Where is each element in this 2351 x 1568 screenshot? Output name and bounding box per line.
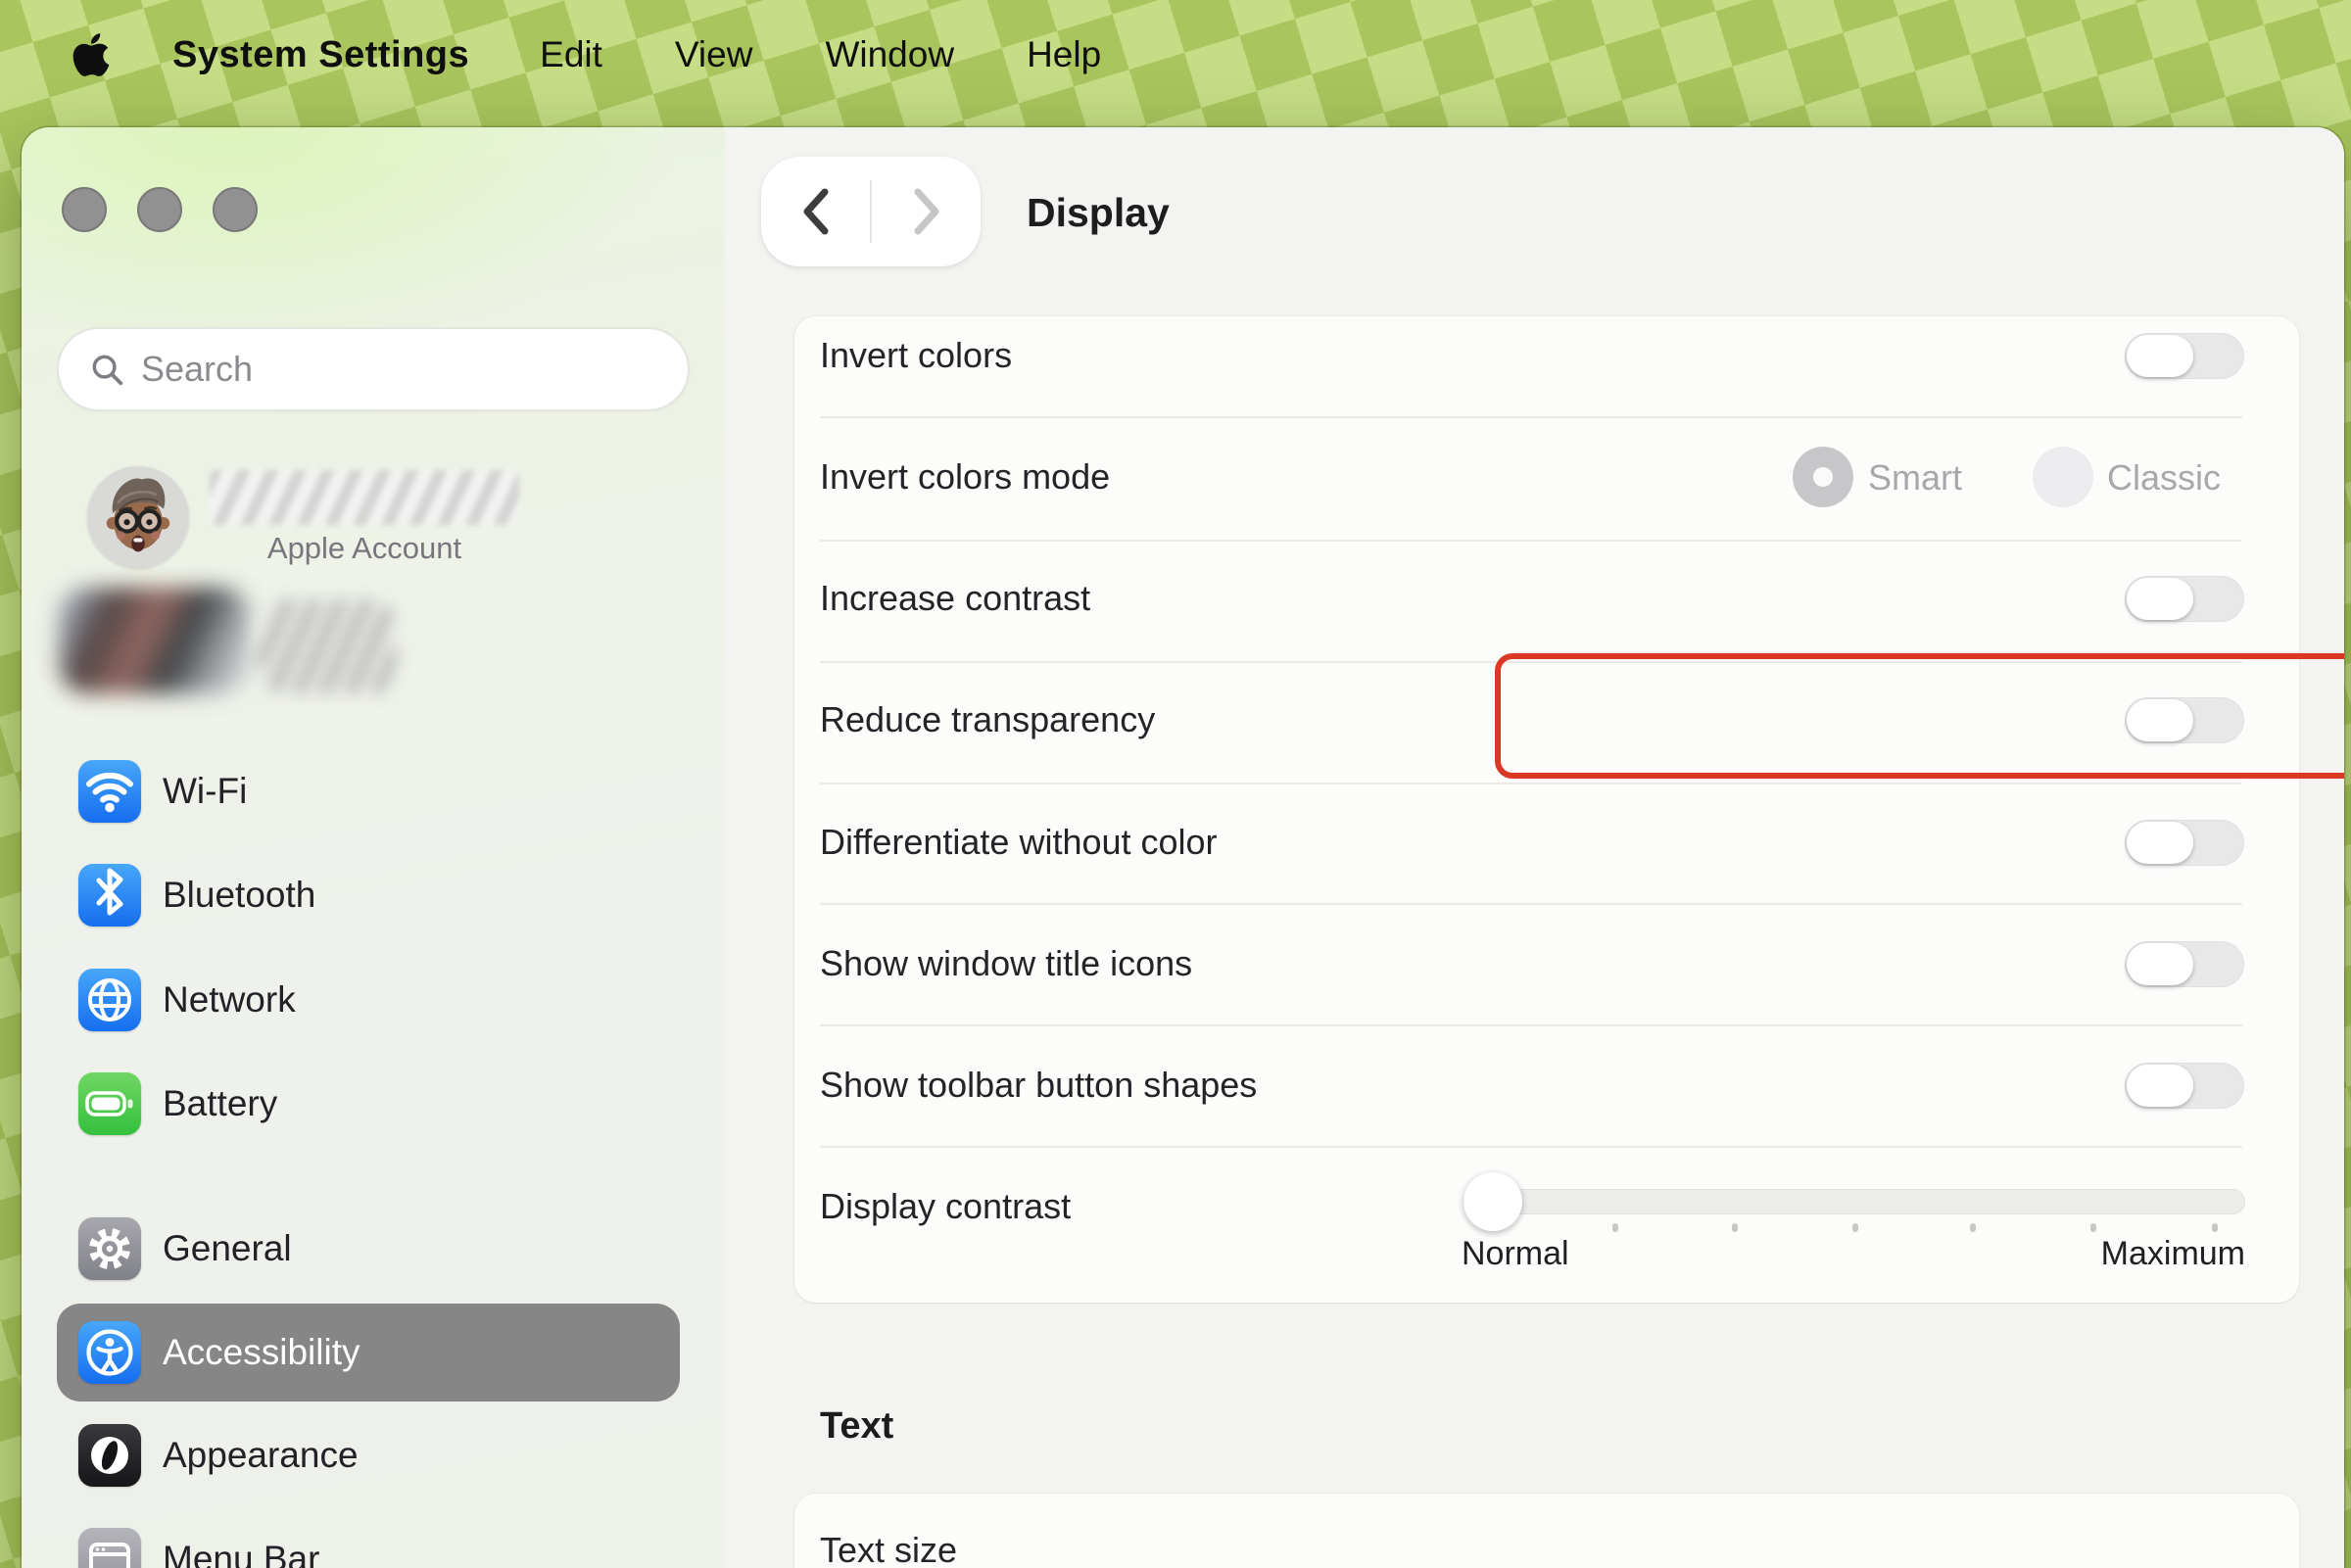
invert-colors-toggle[interactable]: [2125, 333, 2244, 379]
slider-tick: [1852, 1223, 1858, 1232]
sidebar-item-battery[interactable]: Battery: [57, 1055, 680, 1153]
sidebar-item-bluetooth[interactable]: Bluetooth: [57, 846, 680, 944]
menu-bar: System Settings Edit View Window Help: [0, 0, 2351, 110]
row-label-show-toolbar-button-shapes: Show toolbar button shapes: [820, 1065, 1257, 1106]
sidebar-item-label: Network: [163, 979, 296, 1021]
sidebar-item-network[interactable]: Network: [57, 951, 680, 1049]
history-navigation: [761, 157, 981, 266]
row-label-invert-colors-mode: Invert colors mode: [820, 456, 1110, 498]
avatar[interactable]: [87, 466, 189, 568]
menu-item-view[interactable]: View: [675, 34, 753, 75]
menubar-icon: [78, 1528, 141, 1568]
reduce-transparency-toggle[interactable]: [2125, 697, 2244, 743]
window-controls: [62, 187, 258, 232]
sidebar-item-wifi[interactable]: Wi-Fi: [57, 742, 680, 840]
redacted-item: [59, 588, 250, 693]
text-settings-card: Text size: [794, 1494, 2299, 1568]
radio-label-smart[interactable]: Smart: [1868, 457, 1962, 499]
radio-label-classic[interactable]: Classic: [2107, 457, 2221, 499]
battery-icon: [78, 1072, 141, 1135]
accessibility-icon: [78, 1321, 141, 1384]
redacted-item: [259, 599, 396, 693]
sidebar-item-label: Bluetooth: [163, 875, 315, 916]
sidebar-item-menu-bar[interactable]: Menu Bar: [57, 1510, 680, 1568]
row-divider: [820, 1024, 2242, 1026]
wifi-icon: [78, 760, 141, 823]
appearance-icon: [78, 1424, 141, 1487]
invert-mode-classic-radio[interactable]: [2033, 447, 2093, 507]
zoom-window-button[interactable]: [213, 187, 258, 232]
sidebar-item-label: General: [163, 1228, 292, 1269]
redacted-account-name: [210, 470, 519, 525]
account-label[interactable]: Apple Account: [210, 531, 519, 566]
page-title: Display: [1027, 190, 1170, 236]
slider-tick: [2212, 1223, 2218, 1232]
gear-icon: [78, 1217, 141, 1280]
globe-icon: [78, 969, 141, 1031]
display-contrast-slider[interactable]: [1475, 1189, 2245, 1214]
slider-max-label: Maximum: [1951, 1235, 2245, 1273]
slider-min-label: Normal: [1462, 1235, 1569, 1273]
chevron-right-icon: [910, 186, 943, 237]
minimize-window-button[interactable]: [137, 187, 182, 232]
content-pane: Display Invert colors Invert colors mode…: [725, 127, 2344, 1568]
row-label-display-contrast: Display contrast: [820, 1186, 1071, 1227]
display-contrast-slider-knob[interactable]: [1463, 1172, 1522, 1231]
sidebar-item-appearance[interactable]: Appearance: [57, 1406, 680, 1504]
slider-tick: [1612, 1223, 1618, 1232]
search-icon: [88, 351, 125, 388]
menu-item-help[interactable]: Help: [1027, 34, 1101, 75]
sidebar-item-accessibility[interactable]: Accessibility: [57, 1304, 680, 1402]
row-label-invert-colors: Invert colors: [820, 335, 1012, 376]
system-settings-window: Apple Account Wi-Fi Bluetooth: [22, 127, 2344, 1568]
invert-mode-smart-radio[interactable]: [1793, 447, 1853, 507]
display-settings-card: Invert colors Invert colors mode Smart C…: [794, 316, 2299, 1303]
apple-logo-icon[interactable]: [71, 30, 112, 79]
chevron-left-icon: [799, 186, 833, 237]
section-header-text: Text: [820, 1405, 893, 1448]
row-label-differentiate-without-color: Differentiate without color: [820, 822, 1218, 863]
sidebar-item-label: Accessibility: [163, 1332, 360, 1373]
sidebar-item-label: Wi-Fi: [163, 771, 247, 812]
search-field[interactable]: [57, 327, 690, 411]
slider-tick: [2090, 1223, 2096, 1232]
search-input[interactable]: [141, 349, 631, 390]
row-divider: [820, 540, 2242, 542]
sidebar-item-label: Menu Bar: [163, 1539, 319, 1568]
show-window-title-icons-toggle[interactable]: [2125, 941, 2244, 987]
bluetooth-icon: [78, 864, 141, 927]
row-divider: [820, 1146, 2242, 1148]
sidebar-item-general[interactable]: General: [57, 1200, 680, 1298]
increase-contrast-toggle[interactable]: [2125, 576, 2244, 622]
slider-tick: [1970, 1223, 1976, 1232]
row-label-text-size: Text size: [820, 1530, 957, 1568]
row-label-reduce-transparency: Reduce transparency: [820, 699, 1155, 740]
row-divider: [820, 903, 2242, 905]
row-divider: [820, 661, 2242, 663]
sidebar-item-label: Battery: [163, 1083, 277, 1124]
menu-app-name[interactable]: System Settings: [172, 34, 469, 76]
sidebar: Apple Account Wi-Fi Bluetooth: [22, 127, 725, 1568]
forward-button[interactable]: [872, 157, 981, 266]
slider-tick: [1732, 1223, 1738, 1232]
sidebar-item-label: Appearance: [163, 1435, 359, 1476]
row-label-increase-contrast: Increase contrast: [820, 578, 1090, 619]
close-window-button[interactable]: [62, 187, 107, 232]
row-divider: [820, 416, 2242, 418]
row-label-show-window-title-icons: Show window title icons: [820, 943, 1192, 984]
differentiate-without-color-toggle[interactable]: [2125, 820, 2244, 866]
menu-item-window[interactable]: Window: [825, 34, 954, 75]
show-toolbar-button-shapes-toggle[interactable]: [2125, 1063, 2244, 1109]
menu-item-edit[interactable]: Edit: [540, 34, 602, 75]
back-button[interactable]: [761, 157, 870, 266]
row-divider: [820, 783, 2242, 784]
